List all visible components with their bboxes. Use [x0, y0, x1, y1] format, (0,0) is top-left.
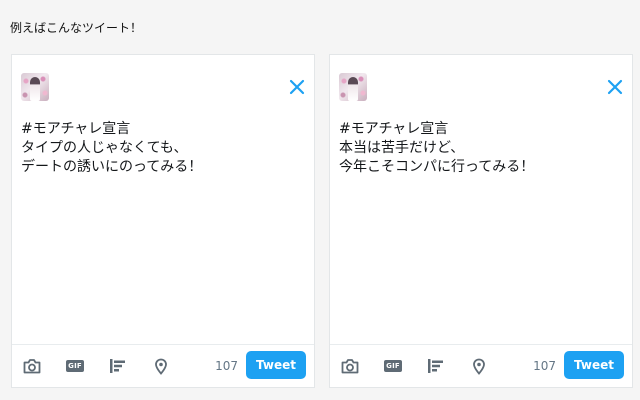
location-pin-icon[interactable] — [468, 357, 490, 375]
camera-icon[interactable] — [339, 357, 361, 375]
tweet-compose-box-2: #モアチャレ宣言 本当は苦手だけど、 今年こそコンパに行ってみる！ GIF 10… — [329, 54, 633, 388]
tweet-button[interactable]: Tweet — [246, 351, 306, 379]
character-counter: 107 — [533, 359, 556, 373]
character-counter: 107 — [215, 359, 238, 373]
close-icon[interactable] — [606, 78, 624, 96]
tweet-button[interactable]: Tweet — [564, 351, 624, 379]
avatar — [339, 73, 367, 101]
gif-icon[interactable]: GIF — [382, 357, 404, 375]
close-icon[interactable] — [288, 78, 306, 96]
location-pin-icon[interactable] — [150, 357, 172, 375]
compose-toolbar: GIF 107 Tweet — [330, 344, 632, 387]
gif-label: GIF — [384, 360, 402, 372]
camera-icon[interactable] — [21, 357, 43, 375]
caption-text: 例えばこんなツイート！ — [10, 21, 143, 35]
tweet-compose-box-1: #モアチャレ宣言 タイプの人じゃなくても、 デートの誘いにのってみる！ GIF — [11, 54, 315, 388]
avatar-figure — [30, 77, 40, 101]
poll-icon[interactable] — [425, 357, 447, 375]
gif-icon[interactable]: GIF — [64, 357, 86, 375]
gif-label: GIF — [66, 360, 84, 372]
poll-icon[interactable] — [107, 357, 129, 375]
compose-toolbar: GIF 107 Tweet — [12, 344, 314, 387]
avatar — [21, 73, 49, 101]
tweet-text-input[interactable]: #モアチャレ宣言 タイプの人じゃなくても、 デートの誘いにのってみる！ — [21, 120, 301, 177]
page: 例えばこんなツイート！ #モアチャレ宣言 タイプの人じゃなくても、 デートの誘い… — [0, 0, 640, 400]
avatar-figure — [348, 77, 358, 101]
tweet-text-input[interactable]: #モアチャレ宣言 本当は苦手だけど、 今年こそコンパに行ってみる！ — [339, 120, 619, 177]
